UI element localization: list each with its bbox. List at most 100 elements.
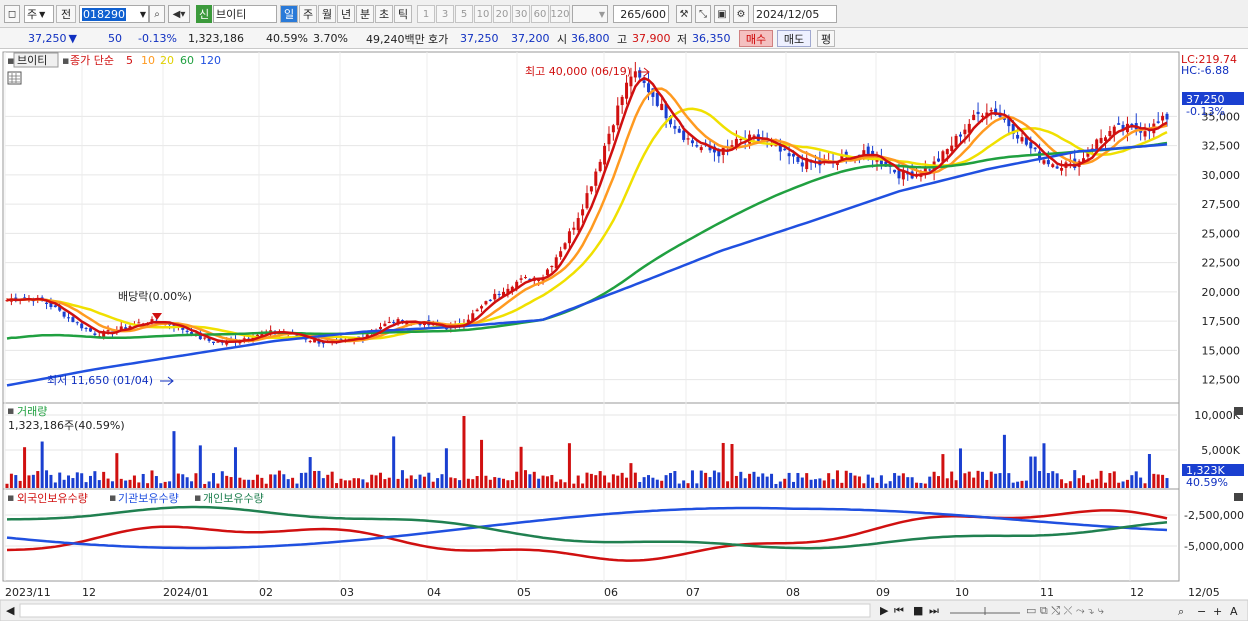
low-value: 36,350 xyxy=(692,32,731,45)
chevron-down-icon: ▼ xyxy=(598,9,605,19)
tab-day[interactable]: 일 xyxy=(280,5,298,23)
volume-bar xyxy=(97,480,101,488)
interval-5[interactable]: 5 xyxy=(455,5,473,23)
zoom-icon[interactable]: ⤡ xyxy=(695,5,711,23)
volume-bar xyxy=(269,474,273,488)
zoom-icon[interactable]: ⌕ xyxy=(1178,605,1184,618)
volume-bar xyxy=(132,475,136,488)
volume-bar xyxy=(937,476,941,488)
volume-bar xyxy=(295,483,299,488)
volume-bar xyxy=(603,475,607,488)
tab-second[interactable]: 초 xyxy=(375,5,393,23)
institution-handle-icon: ▪ xyxy=(109,491,116,504)
candle-body xyxy=(660,103,664,110)
font-size-icon[interactable]: A xyxy=(1230,605,1238,618)
count-input[interactable]: 265/600 xyxy=(613,5,669,23)
search-icon[interactable]: ⌕ xyxy=(149,5,165,23)
average-button[interactable]: 평 xyxy=(817,30,835,47)
volume-bar xyxy=(985,479,989,488)
candle-body xyxy=(976,111,980,115)
volume-handle-icon[interactable]: ▪ xyxy=(7,404,14,417)
candle-body xyxy=(897,170,901,179)
volume-bar xyxy=(427,472,431,488)
tab-year[interactable]: 년 xyxy=(337,5,355,23)
zoom-out-icon[interactable]: − xyxy=(1197,605,1206,618)
candle-body xyxy=(84,327,88,329)
volume-bar xyxy=(374,475,378,488)
volume-bar xyxy=(238,477,242,488)
volume-bar xyxy=(282,474,286,488)
tab-minute[interactable]: 분 xyxy=(356,5,374,23)
candle-body xyxy=(475,309,479,312)
tab-week[interactable]: 주 xyxy=(299,5,317,23)
stock-name-field[interactable]: 브이티 xyxy=(213,5,277,23)
volume-bar xyxy=(1011,482,1015,488)
candle-body xyxy=(594,171,598,186)
tab-month[interactable]: 월 xyxy=(318,5,336,23)
sell-button[interactable]: 매도 xyxy=(777,30,811,47)
volume-bar xyxy=(726,481,730,488)
volume-bar xyxy=(989,471,993,488)
bid-label: 호가 xyxy=(428,32,449,46)
volume-bar xyxy=(932,471,936,488)
volume-bar xyxy=(102,471,106,488)
prev-button[interactable]: 전 xyxy=(56,5,76,23)
date-input[interactable]: 2024/12/05 xyxy=(753,5,837,23)
volume-title: 거래량 xyxy=(17,405,47,418)
volume-bar xyxy=(383,479,387,488)
volume-bar xyxy=(598,471,602,488)
scroll-track[interactable] xyxy=(19,603,871,618)
rewind-icon[interactable]: ⏮ xyxy=(894,604,904,617)
tool-icons[interactable]: ▭ ⧉ ⤭ ⤬ ⤳ ⤵ ⤷ xyxy=(1026,604,1105,617)
candle-body xyxy=(550,265,554,268)
scroll-right-icon[interactable]: ▶ xyxy=(880,604,889,617)
period-select[interactable]: 주 ▼ xyxy=(24,5,54,23)
volume-bar xyxy=(967,471,971,488)
interval-60[interactable]: 60 xyxy=(531,5,549,23)
holding-close-icon[interactable] xyxy=(1234,493,1243,501)
interval-20[interactable]: 20 xyxy=(493,5,511,23)
volume-bar xyxy=(976,470,980,488)
holding-handle-icon[interactable]: ▪ xyxy=(7,491,14,504)
interval-1[interactable]: 1 xyxy=(417,5,435,23)
code-input[interactable]: 018290 ▼ xyxy=(79,5,149,23)
interval-3[interactable]: 3 xyxy=(436,5,454,23)
chart-tools-icon[interactable]: ⚒ xyxy=(676,5,692,23)
fast-forward-icon[interactable]: ⏭ xyxy=(929,604,939,617)
panel-handle-icon[interactable]: ▪ xyxy=(7,54,14,67)
candle-body xyxy=(950,145,954,151)
tab-tick[interactable]: 틱 xyxy=(394,5,412,23)
volume-bar xyxy=(414,479,418,488)
gear-icon[interactable]: ⚙ xyxy=(733,5,749,23)
custom-interval-select[interactable]: ▼ xyxy=(572,5,608,23)
stock-chart[interactable]: 35,00032,50030,00027,50025,00022,50020,0… xyxy=(0,50,1248,621)
volume-bar xyxy=(1077,478,1081,488)
interval-10[interactable]: 10 xyxy=(474,5,492,23)
candle-body xyxy=(1117,123,1121,125)
chevron-down-icon: ▼ xyxy=(39,9,46,19)
volume-bar xyxy=(901,473,905,488)
interval-30[interactable]: 30 xyxy=(512,5,530,23)
volume-close-icon[interactable] xyxy=(1234,407,1243,415)
volume-bar xyxy=(115,453,119,488)
volume-bar xyxy=(563,482,567,488)
volume-bar xyxy=(71,478,75,488)
candle-body xyxy=(980,115,984,118)
volume-bar xyxy=(743,478,747,488)
volume-bar xyxy=(958,448,962,488)
window-icon[interactable]: ◻ xyxy=(4,5,20,23)
volume: 1,323,186 xyxy=(188,32,244,45)
volume-bar xyxy=(18,480,22,488)
volume-bar xyxy=(857,476,861,488)
volume-bar xyxy=(906,477,910,488)
stop-icon[interactable]: ■ xyxy=(913,604,923,617)
scroll-left-icon[interactable]: ◀ xyxy=(6,604,15,617)
candle-body xyxy=(71,317,75,323)
buy-button[interactable]: 매수 xyxy=(739,30,773,47)
speaker-icon[interactable]: ◀▾ xyxy=(168,5,190,23)
volume-bar xyxy=(431,481,435,488)
zoom-in-icon[interactable]: + xyxy=(1213,605,1222,618)
save-icon[interactable]: ▣ xyxy=(714,5,730,23)
interval-120[interactable]: 120 xyxy=(550,5,570,23)
volume-bar xyxy=(84,482,88,488)
